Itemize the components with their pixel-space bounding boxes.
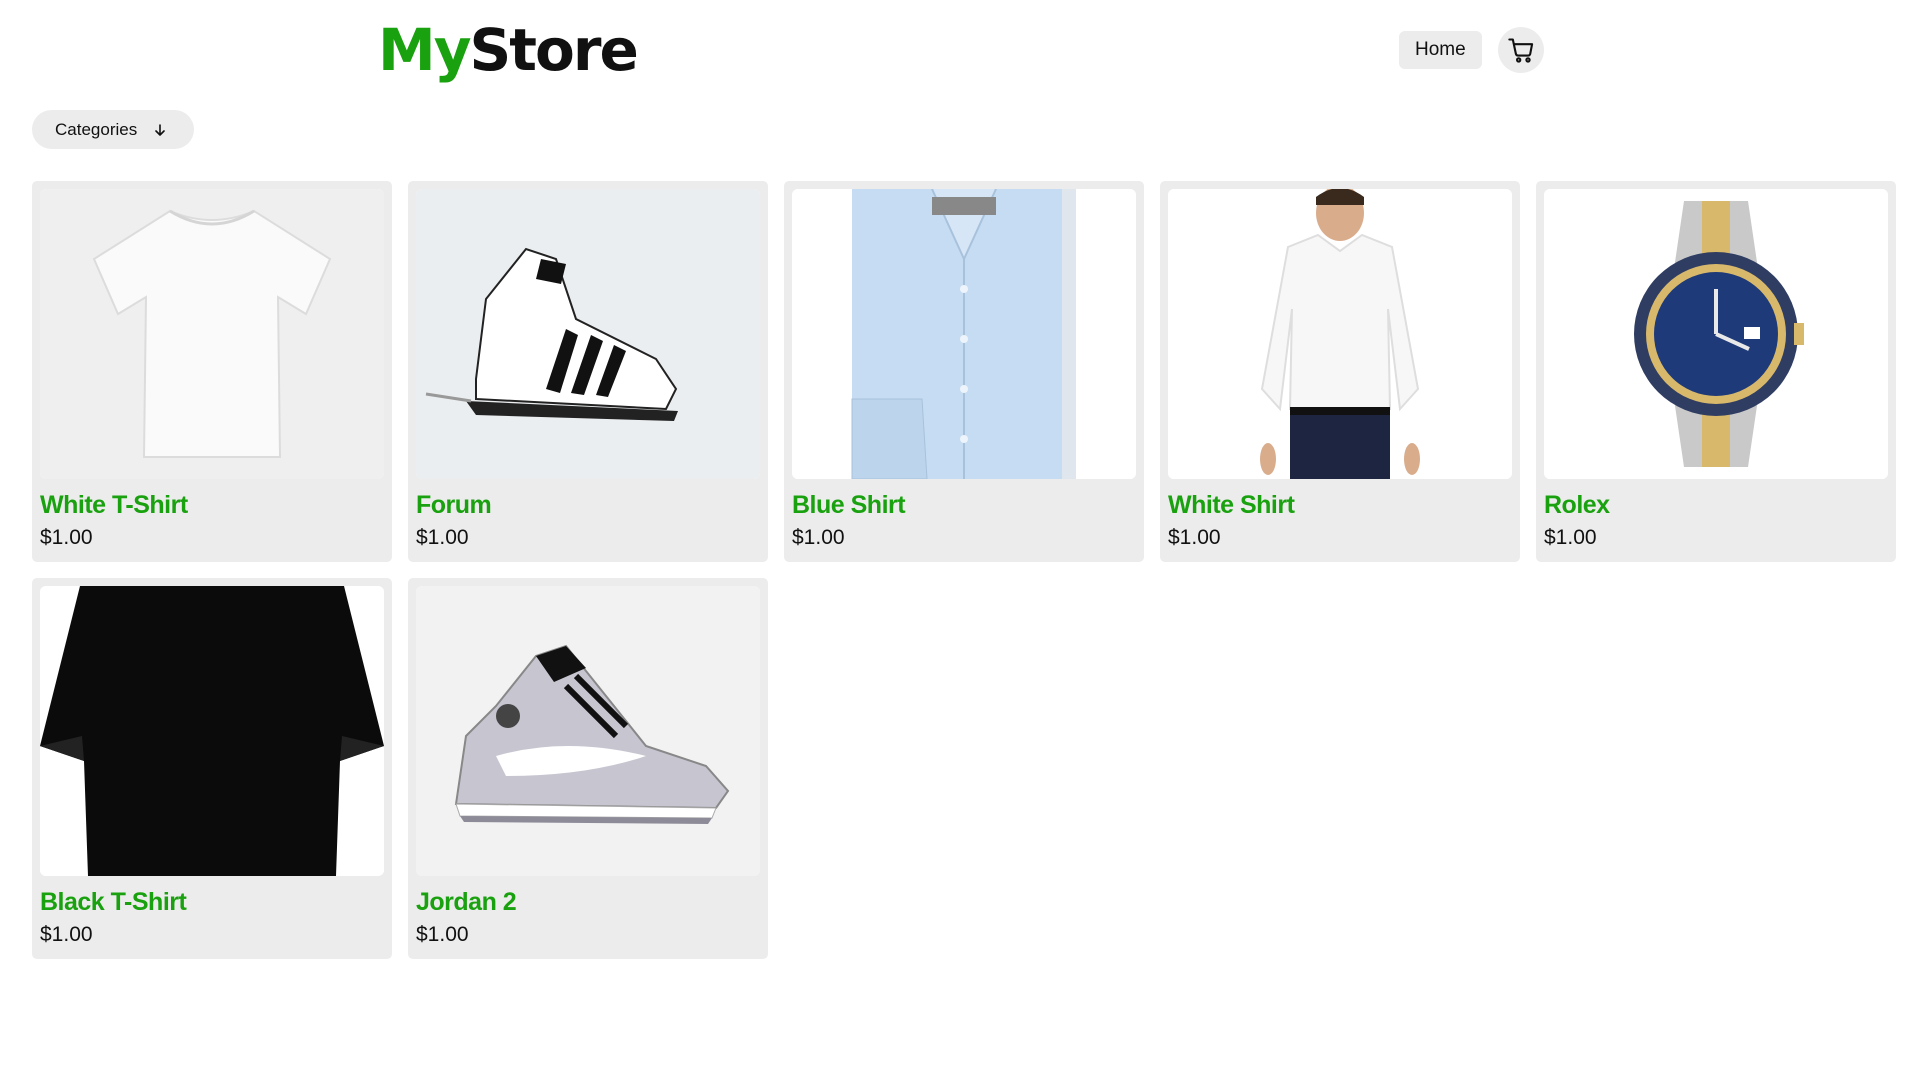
product-price: $1.00 — [40, 526, 93, 549]
site-header: MyStore Home — [0, 0, 1920, 95]
product-image-white-sneaker[interactable] — [416, 189, 760, 479]
product-name[interactable]: Forum — [416, 491, 492, 520]
product-image-grey-sneaker[interactable] — [416, 586, 760, 876]
product-image-watch[interactable] — [1544, 189, 1888, 479]
product-image-black-tshirt[interactable] — [40, 586, 384, 876]
product-price: $1.00 — [1168, 526, 1221, 549]
product-card[interactable]: White Shirt $1.00 — [1160, 181, 1520, 562]
product-name[interactable]: Black T-Shirt — [40, 888, 187, 917]
cart-button[interactable] — [1497, 27, 1544, 73]
product-image-man-white-shirt[interactable] — [1168, 189, 1512, 479]
product-name[interactable]: White T-Shirt — [40, 491, 188, 520]
product-price: $1.00 — [792, 526, 845, 549]
product-card[interactable]: Jordan 2 $1.00 — [408, 578, 768, 959]
product-card[interactable]: White T-Shirt $1.00 — [32, 181, 392, 562]
main-nav: Home — [1399, 27, 1544, 73]
product-image-blue-shirt[interactable] — [792, 189, 1136, 479]
brand-logo-part2: Store — [469, 16, 639, 84]
product-price: $1.00 — [40, 923, 93, 946]
product-price: $1.00 — [416, 923, 469, 946]
product-grid: White T-Shirt $1.00 Forum $1.00 Blue Shi… — [32, 181, 1900, 959]
product-image-white-tshirt[interactable] — [40, 189, 384, 479]
product-card[interactable]: Rolex $1.00 — [1536, 181, 1896, 562]
product-name[interactable]: White Shirt — [1168, 491, 1295, 520]
product-name[interactable]: Jordan 2 — [416, 888, 517, 917]
categories-label: Categories — [55, 119, 138, 139]
home-button[interactable]: Home — [1399, 31, 1482, 69]
product-name[interactable]: Rolex — [1544, 491, 1610, 520]
product-price: $1.00 — [416, 526, 469, 549]
product-price: $1.00 — [1544, 526, 1597, 549]
product-card[interactable]: Forum $1.00 — [408, 181, 768, 562]
categories-dropdown[interactable]: Categories — [32, 110, 194, 149]
product-name[interactable]: Blue Shirt — [792, 491, 906, 520]
product-card[interactable]: Blue Shirt $1.00 — [784, 181, 1144, 562]
product-card[interactable]: Black T-Shirt $1.00 — [32, 578, 392, 959]
brand-logo[interactable]: MyStore — [378, 16, 639, 84]
brand-logo-part1: My — [378, 16, 472, 84]
cart-icon — [1507, 38, 1533, 63]
arrow-down-icon — [155, 123, 166, 136]
